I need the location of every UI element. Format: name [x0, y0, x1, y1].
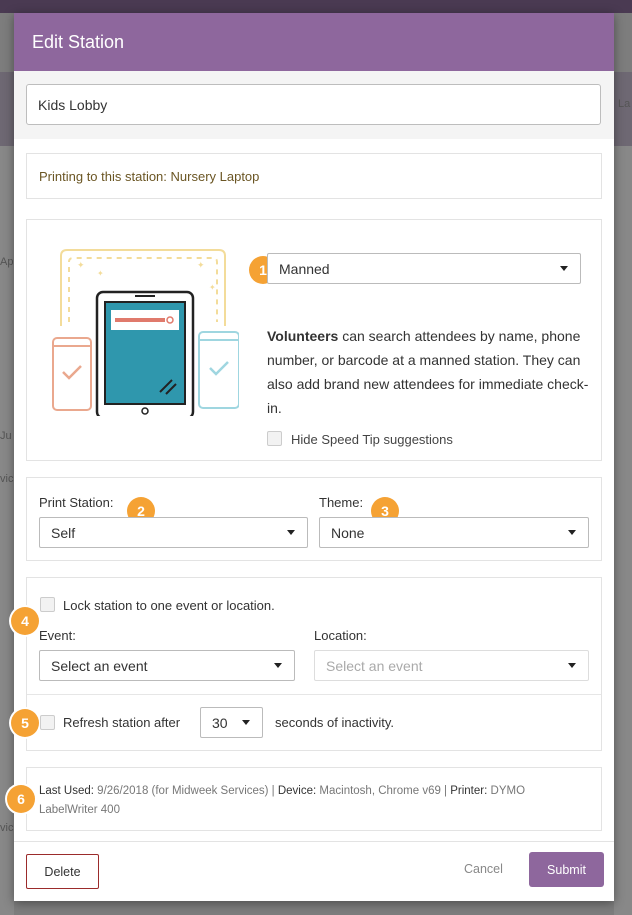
print-station-select[interactable]: Self — [39, 517, 308, 548]
step-badge-6: 6 — [7, 785, 35, 813]
print-station-value: Self — [51, 524, 76, 541]
print-station-label: Print Station: — [39, 495, 114, 510]
refresh-label-before: Refresh station after — [63, 715, 181, 730]
background-top-bar — [0, 0, 632, 13]
theme-label: Theme: — [319, 495, 364, 510]
printing-info: Printing to this station: Nursery Laptop — [26, 153, 602, 199]
theme-value: None — [331, 524, 365, 541]
chevron-down-icon — [287, 530, 295, 535]
lock-station-label: Lock station to one event or location. — [63, 598, 275, 613]
step-badge-5: 5 — [11, 709, 39, 737]
mode-description-bold: Volunteers — [267, 328, 339, 344]
delete-button[interactable]: Delete — [26, 854, 99, 889]
theme-select[interactable]: None — [319, 517, 589, 548]
background-text: Ju — [0, 430, 12, 442]
chevron-down-icon — [568, 663, 576, 668]
submit-button[interactable]: Submit — [529, 852, 604, 887]
cancel-button[interactable]: Cancel — [464, 862, 503, 876]
step-badge-4: 4 — [11, 607, 39, 635]
chevron-down-icon — [568, 530, 576, 535]
printer-key: Printer: — [450, 785, 488, 797]
modal-body: Printing to this station: Nursery Laptop… — [7, 139, 614, 846]
last-used-key: Last Used: — [39, 785, 94, 797]
station-meta-text: Last Used: 9/26/2018 (for Midweek Servic… — [39, 782, 559, 820]
hide-speed-tips-checkbox[interactable] — [267, 431, 282, 446]
location-label: Location: — [314, 628, 367, 643]
section-divider — [27, 694, 601, 695]
last-used-value: 9/26/2018 (for Midweek Services) | — [93, 785, 278, 797]
modal-footer: Delete Cancel Submit — [14, 841, 614, 901]
event-value: Select an event — [51, 657, 148, 674]
svg-text:✦: ✦ — [77, 261, 85, 271]
background-text: vic — [0, 473, 14, 485]
chevron-down-icon — [560, 266, 568, 271]
location-select[interactable]: Select an event — [314, 650, 589, 681]
refresh-station-checkbox[interactable] — [40, 715, 55, 730]
refresh-seconds-value: 30 — [212, 714, 228, 731]
station-name-input[interactable] — [26, 84, 601, 125]
station-mode-value: Manned — [279, 260, 330, 277]
event-select[interactable]: Select an event — [39, 650, 295, 681]
modal-header: Edit Station — [14, 13, 614, 71]
location-placeholder: Select an event — [326, 657, 423, 674]
event-label: Event: — [39, 628, 76, 643]
chevron-down-icon — [242, 720, 250, 725]
background-text: Ap — [0, 256, 14, 268]
background-right-edge — [614, 146, 632, 915]
background-text: vic — [0, 822, 14, 834]
edit-station-modal: Edit Station Printing to this station: N… — [7, 13, 614, 901]
chevron-down-icon — [274, 663, 282, 668]
hide-speed-tips-label: Hide Speed Tip suggestions — [291, 432, 453, 447]
svg-text:✦: ✦ — [97, 269, 104, 278]
refresh-label-after: seconds of inactivity. — [275, 715, 394, 730]
station-mode-panel: ✦ ✦ ✦ ✦ 1 Manned Volunteers can search a… — [26, 219, 602, 461]
print-theme-panel: Print Station: 2 Self Theme: 3 None — [26, 477, 602, 561]
background-text: La — [618, 98, 631, 110]
lock-refresh-panel: Lock station to one event or location. 4… — [11, 577, 602, 751]
mode-description: Volunteers can search attendees by name,… — [267, 324, 597, 420]
printing-text: Printing to this station: Nursery Laptop — [39, 168, 260, 184]
svg-text:✦: ✦ — [209, 283, 216, 292]
station-name-section — [14, 71, 614, 139]
station-mode-select[interactable]: Manned — [267, 253, 581, 284]
modal-title: Edit Station — [32, 31, 125, 52]
lock-station-checkbox[interactable] — [40, 597, 55, 612]
svg-text:✦: ✦ — [197, 261, 205, 271]
station-meta-panel: 6 Last Used: 9/26/2018 (for Midweek Serv… — [7, 767, 602, 831]
device-value: Macintosh, Chrome v69 | — [316, 785, 451, 797]
device-key: Device: — [277, 785, 317, 797]
refresh-seconds-select[interactable]: 30 — [200, 707, 263, 738]
manned-station-illustration: ✦ ✦ ✦ ✦ — [52, 249, 239, 416]
